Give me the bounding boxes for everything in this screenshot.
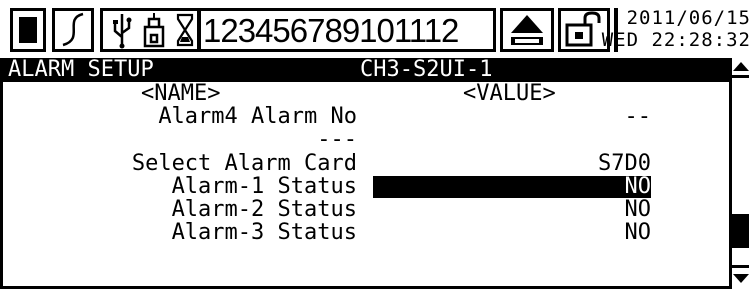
title-bar: ALARM SETUP CH3-S2UI-1 — [0, 58, 729, 82]
channel-title: CH3-S2UI-1 — [360, 57, 493, 82]
clock-date: 2011/06/15 — [626, 7, 749, 29]
setting-label: --- — [317, 127, 357, 152]
scroll-down-arrow-icon — [733, 274, 749, 283]
clock-time: WED 22:28:32 — [601, 29, 749, 51]
list-item-selected[interactable]: Alarm-1 Status NO — [3, 175, 729, 199]
settings-list: <NAME> <VALUE> Alarm4 Alarm No -- --- Se… — [0, 82, 729, 289]
setting-value[interactable]: S7D0 — [598, 152, 651, 176]
setting-label: Alarm-1 Status — [171, 174, 357, 199]
setting-value[interactable]: NO — [625, 221, 652, 245]
lcd-screen: 123456789101112 2011/06/15 WED 22:28:32 … — [0, 0, 749, 289]
scroll-up-arrow-icon — [733, 62, 749, 71]
list-item[interactable]: Alarm-3 Status NO — [3, 221, 729, 245]
screen-title: ALARM SETUP — [8, 57, 154, 82]
usb-icon — [113, 14, 132, 49]
list-item[interactable]: Alarm-2 Status NO — [3, 198, 729, 222]
scrollbar[interactable] — [729, 58, 749, 289]
stop-square-icon — [19, 17, 37, 43]
scroll-up-button[interactable] — [732, 58, 749, 78]
stop-button[interactable] — [10, 8, 46, 52]
setting-label: Alarm-2 Status — [171, 197, 357, 222]
column-header-value: <VALUE> — [463, 81, 556, 106]
channel-indicator-group: 123456789101112 — [198, 8, 496, 52]
setting-label: Alarm4 Alarm No — [158, 104, 357, 129]
list-header: <NAME> <VALUE> — [3, 82, 729, 106]
trend-curve-icon — [62, 12, 84, 47]
status-toolbar: 123456789101112 2011/06/15 WED 22:28:32 — [0, 0, 749, 58]
channel-numbers: 123456789101112 — [203, 12, 459, 49]
setting-label: Select Alarm Card — [131, 151, 357, 176]
setting-value[interactable]: -- — [625, 105, 652, 129]
eject-icon — [511, 15, 543, 45]
setting-value[interactable]: NO — [625, 198, 652, 222]
scroll-down-button[interactable] — [732, 265, 749, 289]
selection-highlight — [373, 176, 651, 198]
list-separator: --- — [3, 128, 729, 152]
setting-label: Alarm-3 Status — [171, 220, 357, 245]
memory-card-icon — [143, 13, 165, 48]
hourglass-icon — [176, 13, 194, 47]
device-indicators — [100, 8, 200, 52]
setting-value[interactable]: NO — [625, 175, 652, 199]
column-header-name: <NAME> — [141, 81, 221, 106]
list-item[interactable]: Alarm4 Alarm No -- — [3, 105, 729, 129]
clock: 2011/06/15 WED 22:28:32 — [602, 4, 749, 54]
eject-button[interactable] — [500, 8, 554, 52]
unlock-icon — [565, 11, 601, 47]
list-item[interactable]: Select Alarm Card S7D0 — [3, 152, 729, 176]
scroll-thumb[interactable] — [732, 214, 749, 248]
trend-button[interactable] — [52, 8, 94, 52]
